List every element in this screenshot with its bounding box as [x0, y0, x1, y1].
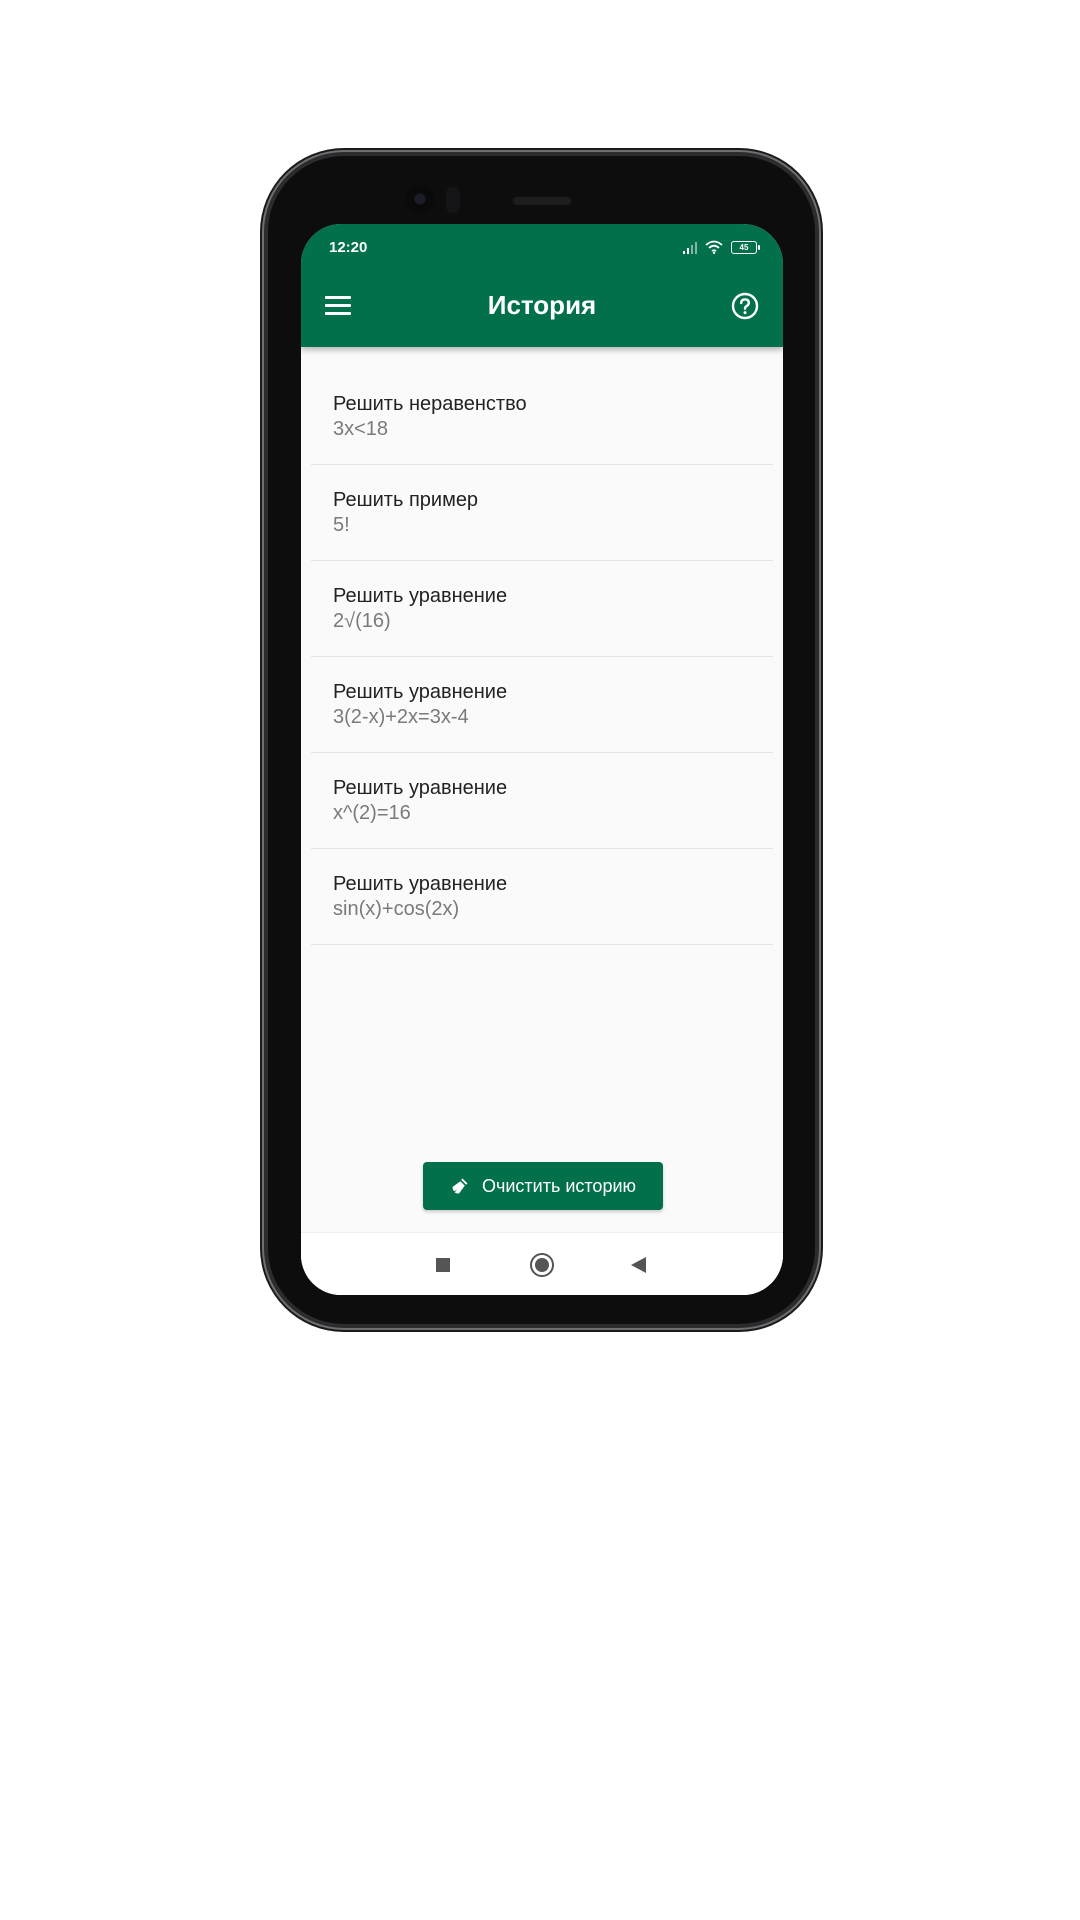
help-circle-icon[interactable]	[731, 292, 759, 320]
clear-history-button[interactable]: Очистить историю	[423, 1162, 663, 1210]
battery-icon: 45	[731, 240, 760, 254]
back-icon[interactable]	[631, 1257, 646, 1273]
page-title: История	[487, 290, 597, 320]
history-item-expression: sin(x)+cos(2x)	[333, 898, 460, 920]
stage: 12:20 45 История Решить неравенство 3x<1…	[0, 0, 1080, 1920]
volume-button[interactable]	[815, 586, 821, 732]
history-item-expression: 3(2-x)+2x=3x-4	[333, 706, 469, 728]
clear-history-label: Очистить историю	[481, 1175, 637, 1196]
broom-icon	[452, 1178, 468, 1194]
wifi-icon	[705, 240, 723, 254]
front-camera	[406, 185, 434, 213]
history-item[interactable]: Решить уравнение 3(2-x)+2x=3x-4	[311, 657, 773, 753]
signal-icon	[683, 241, 697, 254]
history-item[interactable]: Решить уравнение sin(x)+cos(2x)	[311, 849, 773, 945]
history-item-expression: 3x<18	[333, 418, 389, 440]
system-nav-bar	[301, 1232, 783, 1295]
history-item-title: Решить уравнение	[333, 777, 508, 799]
history-item[interactable]: Решить уравнение 2√(16)	[311, 561, 773, 657]
front-sensor	[446, 187, 460, 213]
history-item-title: Решить уравнение	[333, 873, 508, 895]
history-item-title: Решить уравнение	[333, 585, 508, 607]
history-item-title: Решить уравнение	[333, 681, 508, 703]
status-time: 12:20	[329, 239, 368, 256]
home-icon[interactable]	[530, 1253, 554, 1277]
history-item[interactable]: Решить неравенство 3x<18	[311, 369, 773, 465]
history-item[interactable]: Решить пример 5!	[311, 465, 773, 561]
history-item-expression: x^(2)=16	[333, 802, 411, 824]
history-item[interactable]: Решить уравнение x^(2)=16	[311, 753, 773, 849]
history-item-expression: 5!	[333, 514, 350, 536]
history-list: Решить неравенство 3x<18 Решить пример 5! Ре…	[311, 369, 773, 945]
app-bar: 12:20 45 История	[301, 224, 783, 347]
status-icons: 45	[683, 240, 760, 254]
phone-screen: 12:20 45 История Решить неравенство 3x<1…	[301, 224, 783, 1295]
recent-apps-icon[interactable]	[436, 1258, 450, 1272]
history-item-title: Решить пример	[333, 489, 479, 511]
history-item-expression: 2√(16)	[333, 610, 391, 632]
power-button[interactable]	[815, 441, 821, 511]
earpiece-speaker	[512, 195, 572, 205]
history-item-title: Решить неравенство	[333, 393, 527, 415]
